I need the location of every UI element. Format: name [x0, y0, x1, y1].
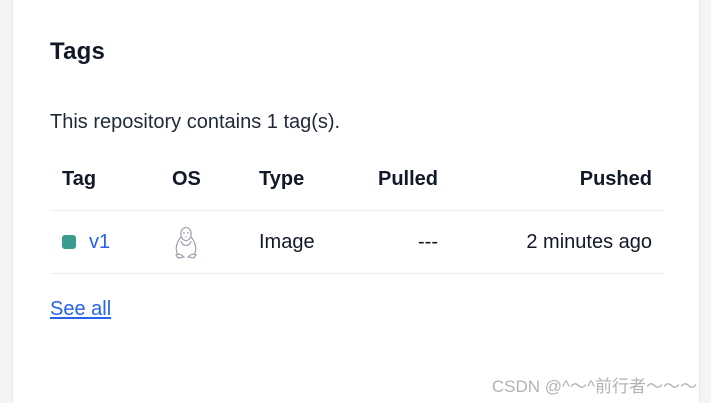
watermark-text: CSDN @^～^前行者～～～ — [491, 377, 697, 396]
see-all-link[interactable]: See all — [50, 298, 111, 321]
table-row: v1 Image --- 2 minutes ago — [50, 211, 664, 274]
column-header-type[interactable]: Type — [259, 148, 304, 210]
tags-table: Tag OS Type Pulled Pushed v1 Image --- 2… — [50, 148, 664, 274]
column-header-tag[interactable]: Tag — [62, 148, 96, 210]
column-header-os: OS — [172, 167, 201, 190]
tags-card: Tags This repository contains 1 tag(s). … — [12, 0, 700, 403]
type-cell: Image — [259, 230, 315, 253]
section-title: Tags — [50, 38, 106, 65]
linux-tux-icon-svg — [175, 226, 197, 259]
column-header-pushed[interactable]: Pushed — [580, 148, 652, 210]
tag-cell: v1 — [62, 211, 110, 273]
tag-count-summary: This repository contains 1 tag(s). — [50, 111, 341, 133]
status-dot — [62, 235, 76, 249]
pulled-cell: --- — [418, 230, 438, 253]
pushed-cell: 2 minutes ago — [526, 230, 652, 253]
linux-tux-icon — [172, 211, 202, 273]
tag-link-v1[interactable]: v1 — [89, 231, 110, 254]
table-header-row: Tag OS Type Pulled Pushed — [50, 148, 664, 211]
column-header-pulled[interactable]: Pulled — [378, 148, 438, 210]
